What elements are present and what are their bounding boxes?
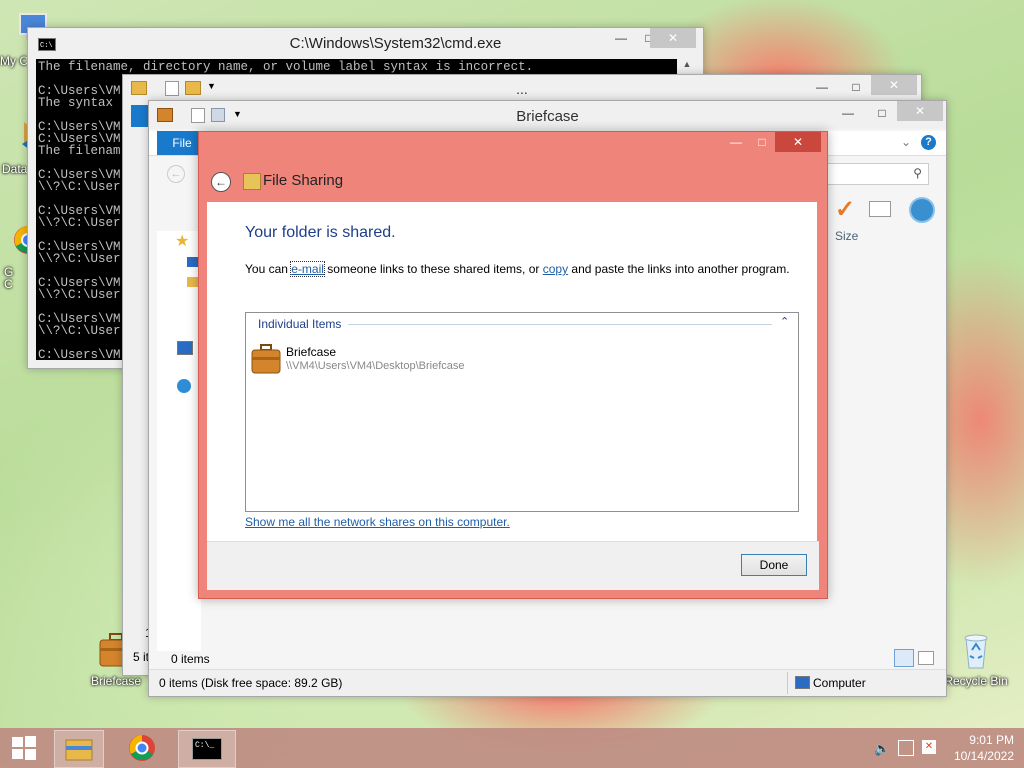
taskbar: C:\_ 🔈 ✕ 9:01 PM 10/14/2022 [0, 728, 1024, 768]
shared-item-row[interactable]: Briefcase \\VM4\Users\VM4\Desktop\Briefc… [250, 343, 750, 377]
details-pane-icon[interactable] [869, 201, 891, 217]
status-disk-space: 0 items (Disk free space: 89.2 GB) [159, 676, 343, 690]
shared-items-list[interactable]: Individual Items ⌃ Briefcase \\VM4\Users… [245, 312, 799, 512]
help-icon[interactable]: ? [921, 135, 936, 150]
briefcase-titlebar[interactable]: ▼ Briefcase — □ ✕ [149, 101, 946, 129]
search-icon: ⚲ [913, 166, 922, 180]
chrome-icon [129, 735, 155, 761]
status-location: Computer [813, 676, 866, 690]
checkmark-icon[interactable]: ✓ [835, 195, 855, 224]
briefcase-icon [250, 343, 282, 378]
back-status: 5 it [133, 650, 150, 664]
status-bar: 0 items (Disk free space: 89.2 GB) Compu… [149, 669, 946, 696]
item-name: Briefcase [286, 345, 337, 359]
cmd-titlebar[interactable]: C:\ C:\Windows\System32\cmd.exe — □ ✕ [28, 28, 703, 58]
action-center-icon[interactable]: ✕ [922, 740, 936, 754]
nav-pane: ★ [157, 231, 201, 651]
description-text: someone links to these shared items, or [323, 262, 543, 276]
dialog-footer: Done [207, 541, 819, 590]
close-button[interactable]: ✕ [775, 132, 821, 152]
taskbar-file-explorer[interactable] [54, 730, 104, 768]
description-text: You can [245, 262, 292, 276]
network-shares-link[interactable]: Show me all the network shares on this c… [245, 515, 510, 529]
sharing-description: You can e-mail someone links to these sh… [245, 261, 790, 277]
homegroup-nav-icon[interactable] [177, 379, 191, 393]
cmd-output-line: The filename, directory name, or volume … [38, 60, 534, 74]
taskbar-chrome[interactable] [118, 730, 166, 766]
close-icon: ✕ [914, 104, 926, 118]
back-arrow-icon: ← [215, 175, 227, 189]
search-box[interactable]: ⚲ [827, 163, 929, 185]
description-text: and paste the links into another program… [568, 262, 790, 276]
desktop-icon-recycle-bin[interactable]: Recycle Bin [938, 630, 1014, 688]
back-nav-icon[interactable]: ← [167, 165, 185, 183]
maximize-icon: □ [878, 106, 886, 120]
desktop-icon-label: Recycle Bin [944, 674, 1008, 688]
start-button[interactable] [0, 730, 48, 766]
details-view-icon[interactable] [894, 649, 914, 667]
minimize-icon: — [730, 135, 742, 149]
maximize-icon: □ [758, 135, 766, 149]
dialog-content: Your folder is shared. You can e-mail so… [207, 202, 817, 588]
clock-time[interactable]: 9:01 PM [944, 733, 1014, 747]
status-divider [787, 672, 788, 694]
email-link[interactable]: e-mail [290, 261, 325, 277]
close-button[interactable]: ✕ [897, 101, 943, 121]
item-path: \\VM4\Users\VM4\Desktop\Briefcase [286, 360, 465, 372]
collapse-chevron-icon[interactable]: ⌃ [780, 315, 789, 328]
large-icons-view-icon[interactable] [918, 651, 934, 665]
items-count: 0 items [171, 652, 210, 666]
minimize-icon: — [842, 106, 854, 120]
back-titlebar[interactable]: ▼ ... — □ ✕ [123, 75, 921, 101]
computer-small-icon [795, 676, 810, 689]
group-divider [348, 324, 772, 325]
minimize-icon: — [816, 80, 828, 94]
file-sharing-dialog[interactable]: — □ ✕ ← File Sharing Your folder is shar… [198, 131, 828, 599]
volume-muted-icon[interactable]: 🔈 [874, 741, 890, 757]
column-header-size[interactable]: Size [835, 229, 858, 243]
network-nav-icon[interactable] [177, 341, 193, 355]
dialog-title: File Sharing [263, 172, 344, 189]
close-button[interactable]: ✕ [650, 28, 696, 48]
maximize-button[interactable]: □ [749, 132, 775, 152]
shared-heading: Your folder is shared. [245, 224, 396, 241]
close-icon: ✕ [667, 31, 679, 45]
group-header: Individual Items [258, 317, 342, 331]
network-tray-icon[interactable] [898, 740, 914, 756]
recycle-bin-icon [956, 630, 996, 670]
copy-link[interactable]: copy [543, 262, 568, 276]
windows-logo-icon [12, 736, 36, 760]
file-explorer-icon [65, 739, 93, 761]
dialog-back-button[interactable]: ← [211, 172, 231, 192]
cmd-icon: C:\_ [192, 738, 222, 760]
globe-icon[interactable] [909, 197, 935, 223]
favorites-star-icon[interactable]: ★ [175, 231, 189, 251]
taskbar-cmd[interactable]: C:\_ [178, 730, 236, 768]
close-icon: ✕ [888, 78, 900, 92]
close-button[interactable]: ✕ [871, 75, 917, 95]
clock-date[interactable]: 10/14/2022 [944, 749, 1014, 763]
done-button[interactable]: Done [741, 554, 807, 576]
chevron-down-icon[interactable]: ⌄ [901, 135, 911, 149]
minimize-button[interactable]: — [723, 132, 749, 152]
scroll-up-icon[interactable]: ▲ [679, 59, 695, 69]
maximize-icon: □ [852, 80, 860, 94]
desktop-icon-label: Briefcase [90, 674, 142, 688]
close-icon: ✕ [792, 135, 804, 149]
file-sharing-icon [243, 173, 261, 190]
